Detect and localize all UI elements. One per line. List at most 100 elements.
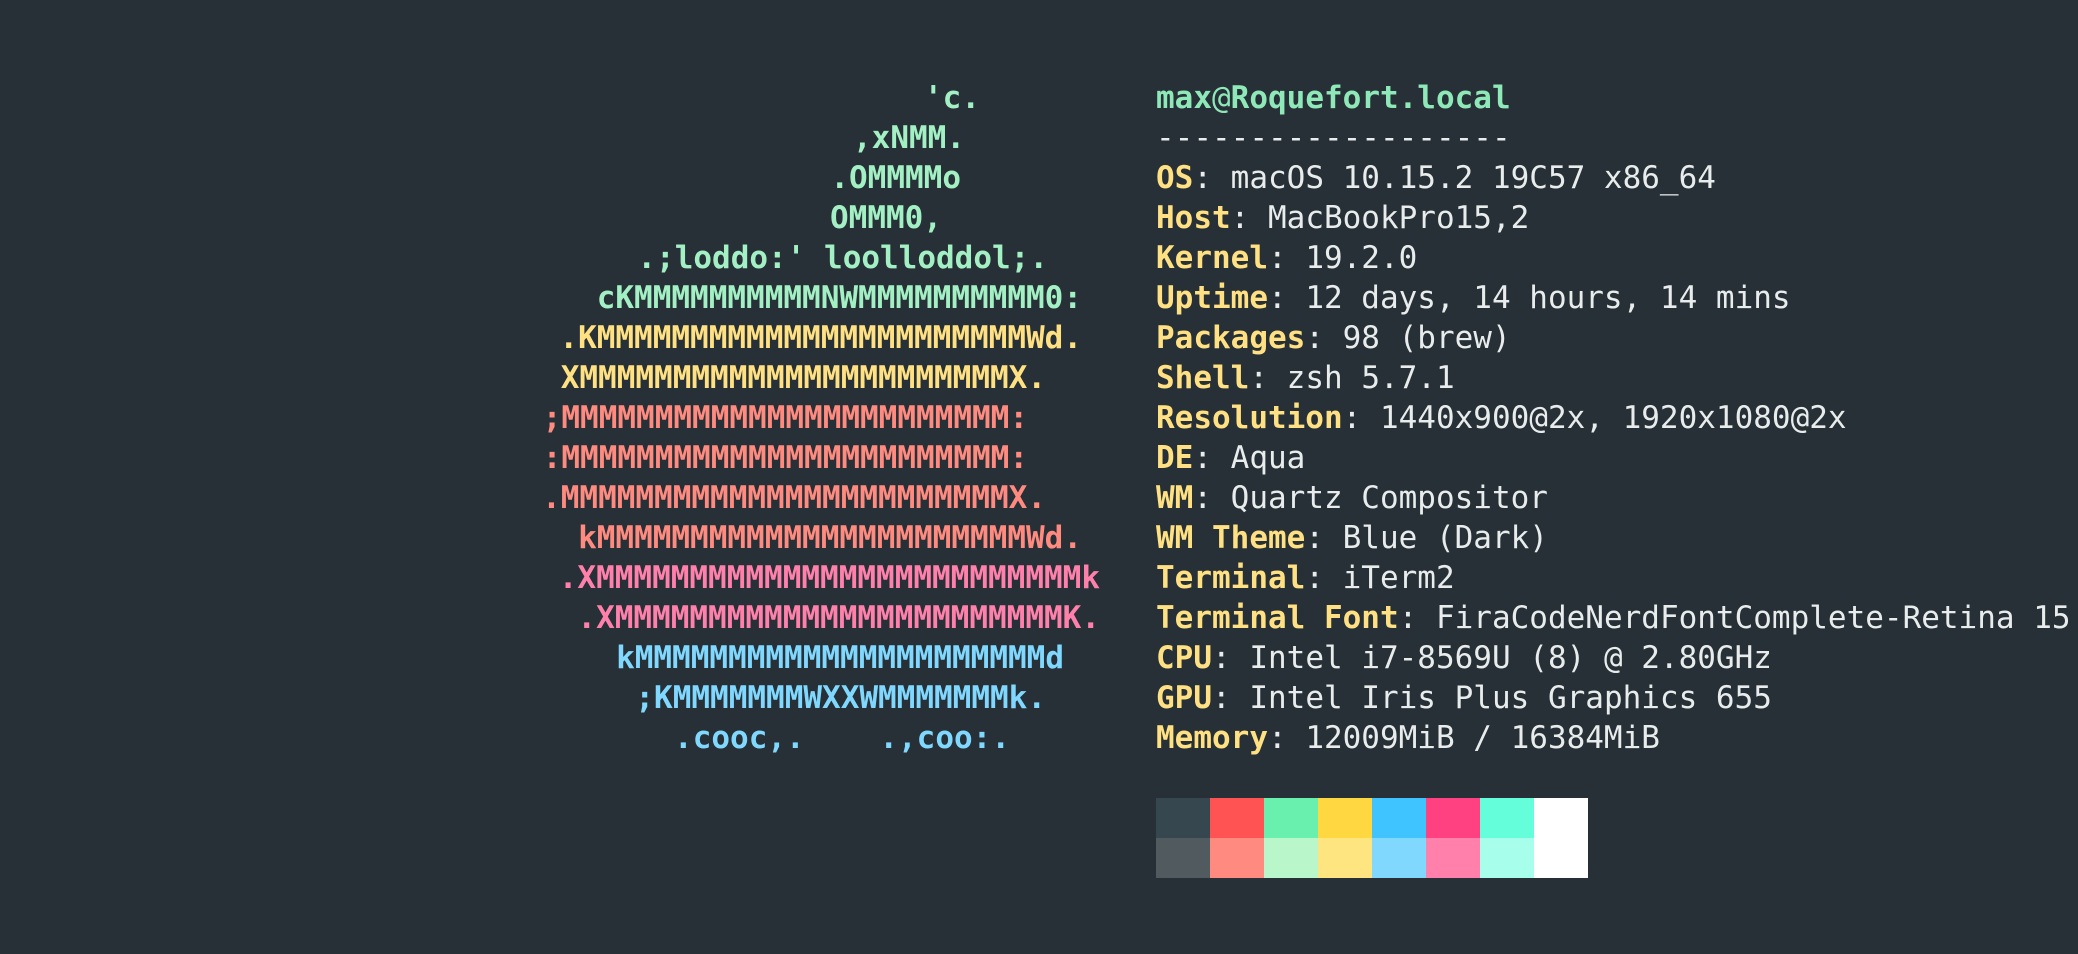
color-swatch [1426,798,1480,838]
info-separator: : [1212,640,1231,676]
logo-line-text: .XMMMMMMMMMMMMMMMMMMMMMMMMMMk [558,560,1100,596]
info-row: Kernel: 19.2.0 [1156,238,2056,278]
info-row: Memory: 12009MiB / 16384MiB [1156,718,2056,758]
info-value: Aqua [1212,440,1306,476]
info-label: DE [1156,440,1194,476]
info-separator: : [1267,720,1287,756]
logo-line-text: .MMMMMMMMMMMMMMMMMMMMMMMMX. [542,480,1046,516]
logo-line: ,xNMM. [0,118,1120,158]
logo-line: OMMM0, [0,198,1120,238]
info-separator: : [1212,680,1231,716]
info-rows: OS: macOS 10.15.2 19C57 x86_64 Host: MacB… [1156,158,2071,758]
info-label: Memory [1156,720,1268,756]
color-swatch [1372,798,1426,838]
info-value: zsh 5.7.1 [1268,360,1455,396]
info-label: Resolution [1156,400,1343,436]
logo-line: .XMMMMMMMMMMMMMMMMMMMMMMMMK. [0,598,1120,638]
info-label: WM Theme [1156,520,1306,556]
title-line: max@Roquefort.local [1156,78,2056,118]
title-underline: ------------------- [1156,120,1511,156]
info-separator: : [1267,280,1287,316]
info-separator: : [1193,440,1212,476]
info-label: GPU [1156,680,1212,716]
logo-line-text: .KMMMMMMMMMMMMMMMMMMMMMMMWd. [559,320,1082,356]
logo-line-text: 'c. [924,80,980,116]
info-row: Packages: 98 (brew) [1156,318,2056,358]
color-swatch [1480,838,1534,878]
info-value: 19.2.0 [1286,240,1418,276]
info-row: WM Theme: Blue (Dark) [1156,518,2056,558]
logo-line: .XMMMMMMMMMMMMMMMMMMMMMMMMMMk [0,558,1120,598]
username: max [1156,80,1212,116]
info-row: Resolution: 1440x900@2x, 1920x1080@2x [1156,398,2056,438]
info-separator: : [1267,240,1287,276]
info-separator: : [1305,320,1324,356]
logo-line-text: .;loddo:' loolloddol;. [637,240,1048,276]
info-label: Terminal Font [1156,600,1399,636]
logo-line: .cooc,. .,coo:. [0,718,1120,758]
info-separator: : [1305,560,1324,596]
logo-line-text: .OMMMMo [830,160,961,196]
logo-line-text: ,xNMM. [853,120,965,156]
color-palette [1156,798,1588,878]
logo-line-text: kMMMMMMMMMMMMMMMMMMMMMMd [616,640,1064,676]
logo-line-text: kMMMMMMMMMMMMMMMMMMMMMMMWd. [578,520,1082,556]
info-row: Uptime: 12 days, 14 hours, 14 mins [1156,278,2056,318]
info-row: DE: Aqua [1156,438,2056,478]
info-separator: : [1398,600,1418,636]
logo-line: .OMMMMo [0,158,1120,198]
info-row: Terminal: iTerm2 [1156,558,2056,598]
color-swatch [1264,798,1318,838]
info-label: Shell [1156,360,1250,396]
system-info-panel: max@Roquefort.local ------------------- … [1156,78,2071,758]
info-separator: : [1230,200,1250,236]
info-row: CPU: Intel i7-8569U (8) @ 2.80GHz [1156,638,2056,678]
info-label: Uptime [1156,280,1268,316]
info-separator: : [1249,360,1268,396]
info-row: Shell: zsh 5.7.1 [1156,358,2056,398]
logo-line: kMMMMMMMMMMMMMMMMMMMMMMMWd. [0,518,1120,558]
info-separator: : [1193,160,1212,196]
info-label: Host [1156,200,1231,236]
info-value: FiraCodeNerdFontComplete-Retina 15 [1417,600,2071,636]
logo-line: .KMMMMMMMMMMMMMMMMMMMMMMMWd. [0,318,1120,358]
logo-line-text: OMMM0, [830,200,942,236]
color-swatch [1372,838,1426,878]
info-value: Intel i7-8569U (8) @ 2.80GHz [1230,640,1772,676]
info-label: OS [1156,160,1194,196]
logo-line-text: .cooc,. .,coo:. [674,720,1010,756]
info-label: Kernel [1156,240,1268,276]
color-swatch [1156,838,1210,878]
logo-line-text: ;KMMMMMMMWXXWMMMMMMMk. [635,680,1046,716]
info-row: OS: macOS 10.15.2 19C57 x86_64 [1156,158,2056,198]
info-value: Quartz Compositor [1212,480,1548,516]
logo-line-text: XMMMMMMMMMMMMMMMMMMMMMMMX. [560,360,1046,396]
info-value: 12009MiB / 16384MiB [1286,720,1660,756]
info-value: 1440x900@2x, 1920x1080@2x [1361,400,1847,436]
info-value: Intel Iris Plus Graphics 655 [1230,680,1772,716]
info-value: MacBookPro15,2 [1249,200,1530,236]
palette-row-bright [1156,838,1588,878]
info-row: GPU: Intel Iris Plus Graphics 655 [1156,678,2056,718]
info-row: Terminal Font: FiraCodeNerdFontComplete-… [1156,598,2071,638]
palette-row-normal [1156,798,1588,838]
info-separator: : [1193,480,1212,516]
info-value: 98 (brew) [1323,320,1511,356]
logo-line-text: ;MMMMMMMMMMMMMMMMMMMMMMMM: [542,400,1028,436]
logo-line-text: cKMMMMMMMMMMNWMMMMMMMMMM0: [596,280,1082,316]
logo-line: ;MMMMMMMMMMMMMMMMMMMMMMMM: [0,398,1120,438]
logo-line: .MMMMMMMMMMMMMMMMMMMMMMMMX. [0,478,1120,518]
color-swatch [1210,838,1264,878]
info-label: WM [1156,480,1194,516]
logo-line: kMMMMMMMMMMMMMMMMMMMMMMd [0,638,1120,678]
at-sign: @ [1212,80,1231,116]
color-swatch [1156,798,1210,838]
info-label: Terminal [1156,560,1306,596]
logo-line: :MMMMMMMMMMMMMMMMMMMMMMMM: [0,438,1120,478]
hostname: Roquefort.local [1230,80,1511,116]
logo-line: .;loddo:' loolloddol;. [0,238,1120,278]
logo-line-text: .XMMMMMMMMMMMMMMMMMMMMMMMMK. [577,600,1100,636]
info-value: Blue (Dark) [1323,520,1548,556]
info-value: macOS 10.15.2 19C57 x86_64 [1212,160,1716,196]
logo-line: 'c. [0,78,1120,118]
